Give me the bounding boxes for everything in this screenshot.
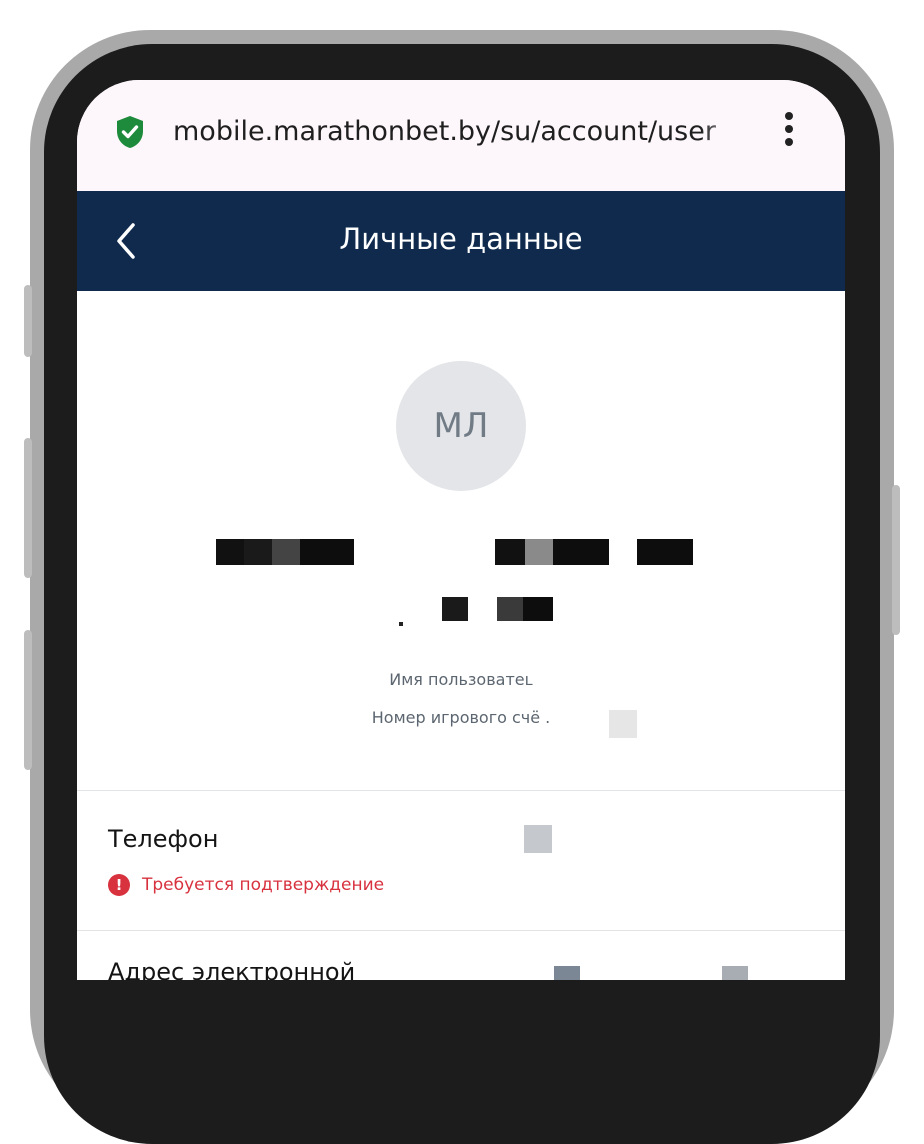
phone-warning-text: Требуется подтверждение (142, 875, 385, 895)
phone-screen: mobile.marathonbet.by/su/account/user Ли… (77, 80, 845, 980)
phone-side-button (24, 285, 32, 357)
redacted-value (524, 825, 552, 853)
phone-warning: ! Требуется подтверждение (108, 874, 384, 896)
redacted-value (609, 710, 637, 738)
browser-url-bar[interactable]: mobile.marathonbet.by/su/account/user (77, 80, 845, 191)
divider (77, 790, 845, 791)
phone-side-button (24, 438, 32, 578)
alert-icon: ! (108, 874, 130, 896)
redacted-value (722, 966, 748, 980)
url-text[interactable]: mobile.marathonbet.by/su/account/user (173, 116, 747, 147)
avatar-initials: МЛ (433, 406, 489, 446)
avatar: МЛ (396, 361, 526, 491)
phone-side-button (892, 485, 900, 635)
divider (77, 930, 845, 931)
redacted-value (554, 966, 580, 980)
username-label: Имя пользоватеʟ (389, 670, 533, 689)
email-field-title: Адрес электронной (108, 958, 356, 980)
page-header: Личные данные (77, 191, 845, 291)
kebab-menu-icon[interactable] (777, 112, 801, 156)
page-title: Личные данные (339, 222, 583, 256)
phone-field-title: Телефон (108, 825, 219, 853)
phone-side-button (24, 630, 32, 770)
account-number-label: Номер игрового счё . (371, 708, 551, 727)
shield-check-icon (117, 116, 143, 148)
